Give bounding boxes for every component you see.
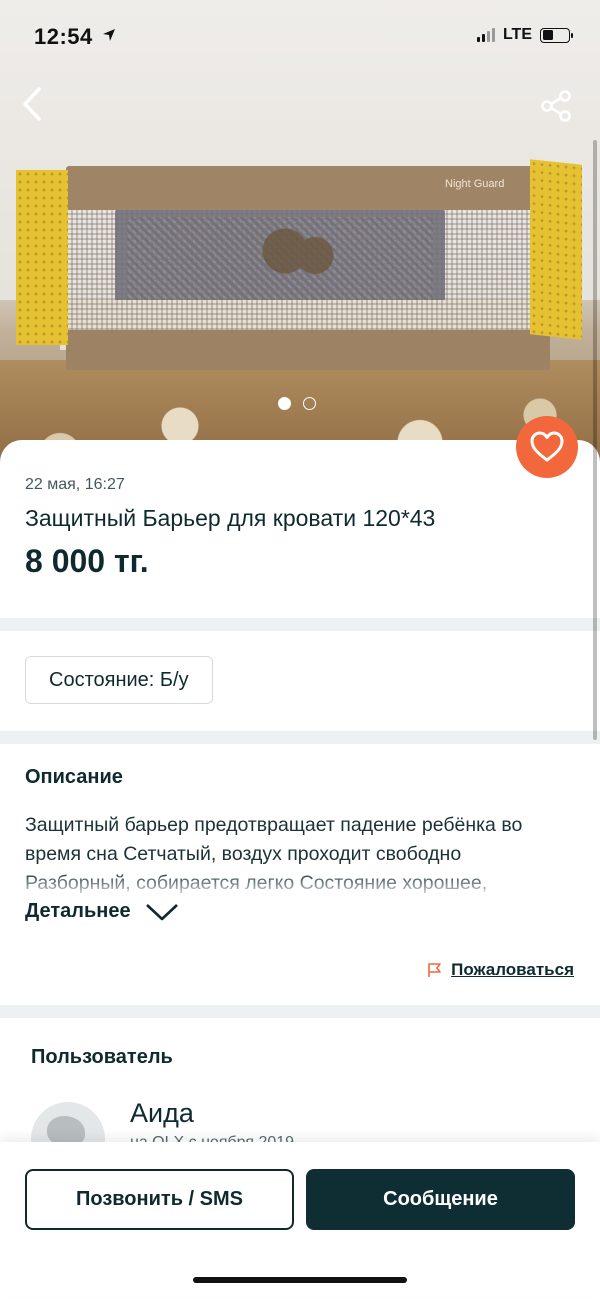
favorite-button[interactable] <box>516 416 578 478</box>
user-name[interactable]: Аида <box>130 1098 194 1129</box>
photo-brand-label: Night Guard <box>445 178 505 190</box>
section-divider <box>0 1005 600 1018</box>
home-indicator[interactable] <box>193 1277 407 1283</box>
battery-icon <box>540 27 573 43</box>
network-label: LTE <box>502 26 532 43</box>
description-more-button[interactable]: Детальнее <box>25 900 179 923</box>
photo-guard-right-end <box>530 159 582 340</box>
location-arrow-icon <box>103 29 116 41</box>
photo-guard-bottom-bar <box>66 330 550 370</box>
flag-icon <box>428 963 441 977</box>
photo-guard-print <box>245 215 345 305</box>
chevron-left-icon <box>23 87 41 121</box>
gallery-dot[interactable] <box>278 397 291 410</box>
scrollbar[interactable] <box>593 140 597 740</box>
description-heading: Описание <box>25 766 123 788</box>
user-heading: Пользователь <box>31 1046 173 1068</box>
share-button[interactable] <box>538 88 574 124</box>
chevron-down-icon <box>145 903 178 920</box>
listing-title: Защитный Барьер для кровати 120*43 <box>25 505 436 531</box>
back-button[interactable] <box>14 86 50 122</box>
photo-guard-left-end <box>16 170 68 345</box>
report-label: Пожаловаться <box>451 960 574 979</box>
listing-price: 8 000 тг. <box>25 543 149 579</box>
section-divider <box>0 618 600 631</box>
description-more-label: Детальнее <box>25 900 131 922</box>
report-link[interactable]: Пожаловаться <box>427 960 574 980</box>
condition-badge: Состояние: Б/у <box>25 656 213 704</box>
call-sms-button[interactable]: Позвонить / SMS <box>25 1169 294 1230</box>
gallery-dot[interactable] <box>303 397 316 410</box>
message-button[interactable]: Сообщение <box>306 1169 575 1230</box>
status-time: 12:54 <box>34 24 117 50</box>
heart-icon <box>530 431 564 462</box>
listing-date: 22 мая, 16:27 <box>25 476 125 493</box>
gallery-pagination <box>278 397 316 410</box>
share-icon <box>541 90 571 122</box>
section-divider <box>0 731 600 744</box>
signal-icon <box>476 28 495 42</box>
description-fade <box>0 872 600 900</box>
status-indicators: LTE <box>476 26 573 44</box>
